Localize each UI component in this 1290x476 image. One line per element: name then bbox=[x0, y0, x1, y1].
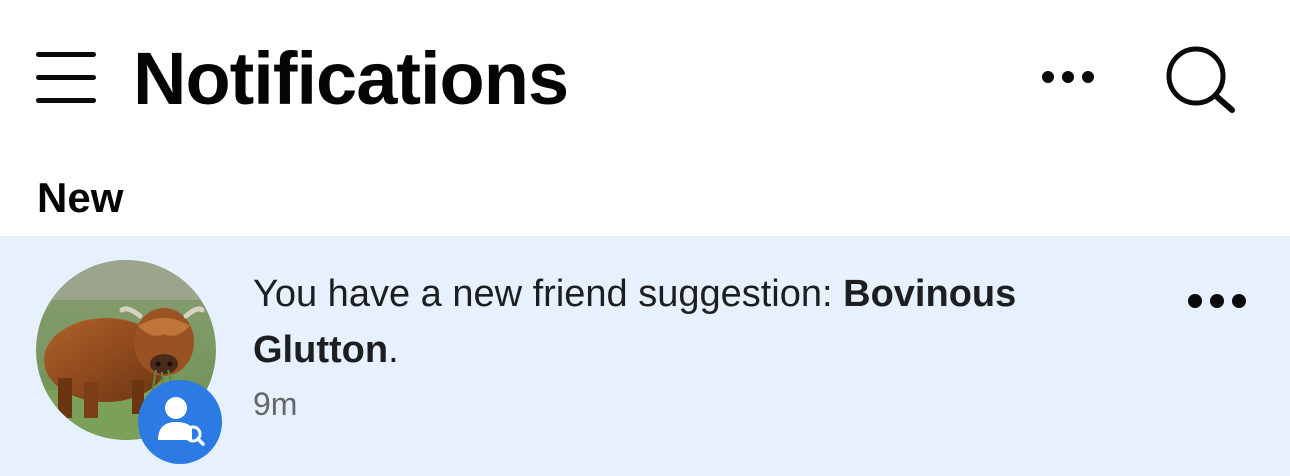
notification-name-first: Bovinous bbox=[843, 273, 1017, 315]
notification-text: You have a new friend suggestion: Bovino… bbox=[253, 266, 1133, 378]
notification-timestamp: 9m bbox=[253, 386, 298, 422]
search-icon[interactable] bbox=[1160, 44, 1240, 116]
notification-name-second: Glutton bbox=[253, 329, 389, 371]
notification-text-suffix: . bbox=[388, 329, 399, 371]
notification-more-icon[interactable] bbox=[1182, 286, 1254, 316]
notification-avatar-group bbox=[36, 260, 226, 464]
friend-suggestion-icon bbox=[138, 380, 222, 464]
hamburger-menu-icon[interactable] bbox=[36, 52, 96, 104]
header: Notifications bbox=[0, 0, 1290, 160]
page-title: Notifications bbox=[133, 37, 569, 120]
notification-text-prefix: You have a new friend suggestion: bbox=[253, 273, 844, 315]
notification-item[interactable]: You have a new friend suggestion: Bovino… bbox=[0, 236, 1290, 476]
more-horizontal-icon[interactable] bbox=[1036, 62, 1100, 92]
notifications-screen: Notifications New You have a new friend … bbox=[0, 0, 1290, 476]
section-label-new: New bbox=[37, 174, 124, 221]
